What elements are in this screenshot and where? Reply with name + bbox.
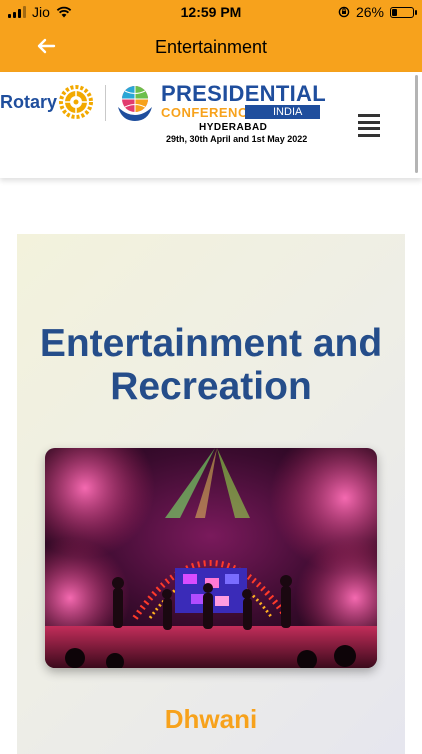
event-city: HYDERABAD bbox=[199, 122, 268, 133]
site-header: Rotary PRESIDENTIAL CONFERENCE INDIA HYD… bbox=[0, 72, 422, 178]
logo-divider bbox=[105, 85, 106, 121]
app-bar-title: Entertainment bbox=[154, 37, 268, 57]
event-dates: 29th, 30th April and 1st May 2022 bbox=[166, 134, 308, 144]
conference-globe-icon bbox=[118, 86, 152, 121]
page-heading: Entertainment and Recreation bbox=[39, 322, 383, 408]
event-name: Dhwani bbox=[164, 704, 258, 734]
status-bar: Jio 12:59 PM 26% bbox=[0, 0, 422, 24]
top-bar: Jio 12:59 PM 26% Entertainment bbox=[0, 0, 422, 72]
battery-icon bbox=[390, 6, 417, 18]
scrollbar[interactable] bbox=[415, 75, 418, 173]
event-title: PRESIDENTIAL bbox=[161, 81, 326, 106]
event-subtitle: CONFERENCE bbox=[161, 105, 258, 120]
orientation-lock-icon bbox=[338, 6, 350, 18]
rotary-wheel-icon bbox=[59, 85, 93, 119]
country-badge: INDIA bbox=[245, 105, 321, 119]
concert-stage-image bbox=[45, 448, 377, 668]
concert-stage-photo bbox=[45, 448, 377, 668]
battery-percent: 26% bbox=[355, 4, 384, 20]
status-right: 26% bbox=[338, 4, 417, 20]
battery-fill bbox=[392, 8, 397, 16]
rotary-logo-text: Rotary bbox=[0, 92, 58, 112]
hamburger-menu-icon[interactable] bbox=[358, 114, 380, 137]
app-bar: Entertainment bbox=[0, 24, 422, 72]
